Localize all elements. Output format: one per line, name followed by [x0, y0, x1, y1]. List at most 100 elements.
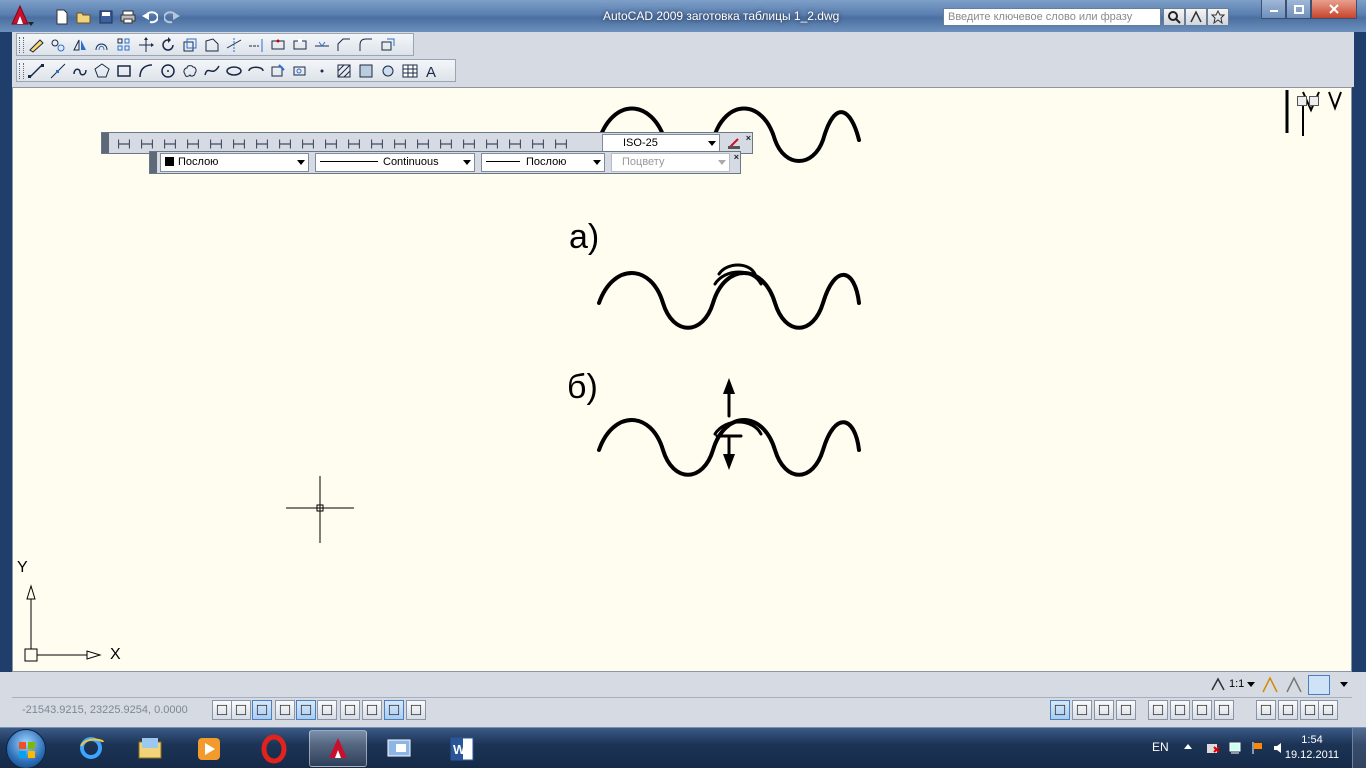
opera-icon[interactable] — [245, 730, 303, 767]
ellipse-icon[interactable] — [223, 61, 245, 81]
lineweight-toggle-icon[interactable] — [406, 700, 426, 720]
new-icon[interactable] — [52, 8, 71, 26]
drawing-restore-icon[interactable] — [1309, 96, 1319, 106]
array-icon[interactable] — [113, 35, 135, 55]
show-hidden-icons-icon[interactable] — [1184, 744, 1192, 749]
construction-line-icon[interactable] — [47, 61, 69, 81]
insert-block-icon[interactable] — [267, 61, 289, 81]
rotate-icon[interactable] — [157, 35, 179, 55]
showmotion-icon[interactable] — [1214, 700, 1234, 720]
object-snap-tracking-icon[interactable] — [340, 700, 360, 720]
circle-icon[interactable] — [157, 61, 179, 81]
polyline-icon[interactable] — [69, 61, 91, 81]
minimize-icon[interactable] — [1261, 0, 1286, 19]
gradient-icon[interactable] — [355, 61, 377, 81]
linear-dim-icon[interactable] — [112, 134, 135, 154]
language-indicator[interactable]: EN — [1152, 740, 1169, 754]
ortho-mode-icon[interactable] — [275, 700, 295, 720]
media-player-icon[interactable] — [180, 730, 238, 767]
annotation-scale-value[interactable]: 1:1 — [1229, 678, 1244, 690]
point-icon[interactable] — [311, 61, 333, 81]
remote-desktop-icon[interactable] — [370, 730, 428, 767]
arc-icon[interactable] — [135, 61, 157, 81]
search-input[interactable]: Введите ключевое слово или фразу — [943, 8, 1161, 26]
auto-scale-icon[interactable] — [1284, 675, 1304, 695]
chamfer-icon[interactable] — [333, 35, 355, 55]
undo-icon[interactable] — [140, 8, 159, 26]
copy-icon[interactable] — [47, 35, 69, 55]
print-icon[interactable] — [118, 8, 137, 26]
line-icon[interactable] — [25, 61, 47, 81]
drawing-minimize-icon[interactable] — [1297, 96, 1307, 106]
break-icon[interactable] — [289, 35, 311, 55]
steering-wheel-icon[interactable] — [1192, 700, 1212, 720]
mirror-icon[interactable] — [69, 35, 91, 55]
close-toolbar-icon[interactable]: × — [746, 133, 751, 143]
spline-icon[interactable] — [201, 61, 223, 81]
network-icon[interactable] — [1228, 741, 1242, 755]
lineweight-select[interactable]: Послою — [481, 153, 605, 172]
color-select[interactable]: Послою — [160, 153, 309, 172]
close-icon[interactable] — [1311, 0, 1357, 19]
make-block-icon[interactable] — [289, 61, 311, 81]
toolbar-grip[interactable] — [150, 152, 157, 173]
ellipse-arc-icon[interactable] — [245, 61, 267, 81]
grid-display-icon[interactable] — [252, 700, 272, 720]
break-at-point-icon[interactable] — [267, 35, 289, 55]
dynamic-input-icon[interactable] — [384, 700, 404, 720]
internet-explorer-icon[interactable] — [63, 730, 121, 767]
dimstyle-manager-icon[interactable] — [726, 135, 742, 151]
snap-mode-icon[interactable] — [231, 700, 251, 720]
offset-icon[interactable] — [91, 35, 113, 55]
explode-icon[interactable] — [377, 35, 399, 55]
drawing-area[interactable]: а) б) Y X ISO-25 × Послою Continuous Пос — [12, 87, 1352, 672]
erase-icon[interactable] — [25, 35, 47, 55]
layout1-icon[interactable] — [1072, 700, 1092, 720]
pan-icon[interactable] — [1148, 700, 1168, 720]
favorites-star-icon[interactable] — [1207, 8, 1229, 26]
region-icon[interactable] — [377, 61, 399, 81]
close-toolbar-icon[interactable]: × — [734, 152, 739, 162]
annotation-visibility-icon[interactable] — [1260, 675, 1280, 695]
extend-icon[interactable] — [245, 35, 267, 55]
fillet-icon[interactable] — [355, 35, 377, 55]
model-space-icon[interactable] — [1050, 700, 1070, 720]
open-icon[interactable] — [74, 8, 93, 26]
scale-icon[interactable] — [179, 35, 201, 55]
toolbar-grip[interactable] — [102, 133, 109, 153]
application-menu-button[interactable] — [8, 4, 34, 28]
zoom-icon[interactable] — [1170, 700, 1190, 720]
status-menu-chevron-icon[interactable] — [1340, 682, 1348, 687]
move-icon[interactable] — [135, 35, 157, 55]
infer-constraints-icon[interactable] — [212, 700, 232, 720]
hatch-icon[interactable] — [333, 61, 355, 81]
rectangle-icon[interactable] — [113, 61, 135, 81]
clock[interactable]: 1:54 19.12.2011 — [1282, 733, 1342, 763]
polygon-icon[interactable] — [91, 61, 113, 81]
object-snap-icon[interactable] — [317, 700, 337, 720]
workspace-icon[interactable] — [1308, 675, 1330, 695]
workspace-switch-icon[interactable] — [1256, 700, 1276, 720]
chevron-down-icon[interactable] — [1247, 681, 1256, 687]
show-desktop-button[interactable] — [1352, 728, 1366, 768]
maximize-icon[interactable] — [1286, 0, 1311, 19]
status-menu-icon[interactable] — [1300, 700, 1320, 720]
toolbar-lock-icon[interactable] — [1278, 700, 1298, 720]
action-center-icon[interactable] — [1206, 741, 1220, 755]
clean-screen-icon[interactable] — [1318, 700, 1338, 720]
quick-view-icon[interactable] — [1116, 700, 1136, 720]
search-icon[interactable] — [1163, 8, 1185, 26]
stretch-icon[interactable] — [201, 35, 223, 55]
plotstyle-select[interactable]: Поцвету — [611, 153, 730, 172]
dynamic-ucs-icon[interactable] — [362, 700, 382, 720]
multiline-text-icon[interactable]: A — [421, 61, 443, 81]
save-icon[interactable] — [96, 8, 115, 26]
explorer-icon[interactable] — [121, 730, 179, 767]
table-icon[interactable] — [399, 61, 421, 81]
communication-center-icon[interactable] — [1185, 8, 1207, 26]
revision-cloud-icon[interactable] — [179, 61, 201, 81]
autocad-icon[interactable] — [309, 730, 367, 767]
layout2-icon[interactable] — [1094, 700, 1114, 720]
polar-tracking-icon[interactable] — [296, 700, 316, 720]
linetype-select[interactable]: Continuous — [315, 153, 475, 172]
